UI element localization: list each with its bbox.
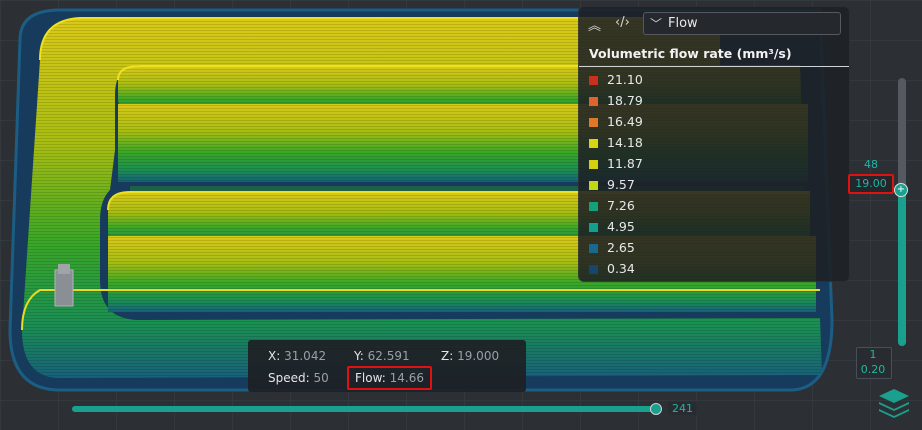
legend-item-label: 4.95	[607, 219, 635, 234]
legend-item-label: 21.10	[607, 72, 643, 87]
flow-label: Flow:	[355, 371, 386, 385]
legend-item-label: 11.87	[607, 156, 643, 171]
legend-item: 14.18	[589, 134, 839, 155]
layer-slider-top-handle[interactable]: +	[894, 183, 908, 197]
legend-item-label: 18.79	[607, 93, 643, 108]
legend-item: 9.57	[589, 176, 839, 197]
move-slider-track[interactable]	[72, 406, 656, 412]
legend-item-label: 16.49	[607, 114, 643, 129]
x-value: 31.042	[284, 349, 327, 363]
code-view-icon[interactable]: ‹/›	[615, 15, 630, 30]
move-slider-handle[interactable]	[650, 403, 662, 415]
legend-swatch	[589, 118, 598, 127]
legend-item-label: 9.57	[607, 177, 635, 192]
legend-header: ︽ ‹/› ﹀ Flow	[579, 7, 849, 39]
legend-panel: ︽ ‹/› ﹀ Flow Volumetric flow rate (mm³/s…	[578, 6, 850, 282]
bottom-layer-height: 0.20	[860, 363, 886, 376]
z-label: Z:	[441, 349, 454, 363]
x-label: X:	[268, 349, 281, 363]
legend-item-label: 7.26	[607, 198, 635, 213]
legend-swatch	[589, 181, 598, 190]
flow-value: 14.66	[389, 371, 424, 385]
view-type-select[interactable]: ﹀ Flow	[643, 12, 841, 35]
legend-divider	[579, 66, 849, 67]
position-info-popup: X: 31.042 Y: 62.591 Z: 19.000 Speed: 50 …	[248, 340, 526, 392]
flow-readout: Flow: 14.66	[347, 366, 432, 390]
legend-item: 11.87	[589, 155, 839, 176]
legend-swatch	[589, 244, 598, 253]
legend-item-label: 2.65	[607, 240, 635, 255]
legend-item: 7.26	[589, 197, 839, 218]
speed-value: 50	[313, 371, 329, 385]
legend-title: Volumetric flow rate (mm³/s)	[589, 46, 792, 61]
legend-swatch	[589, 97, 598, 106]
legend-swatch	[589, 139, 598, 148]
speed-readout: Speed: 50	[268, 371, 329, 385]
bottom-layer-number: 1	[869, 348, 877, 361]
legend-item: 18.79	[589, 92, 839, 113]
legend-swatch	[589, 76, 598, 85]
legend-item: 0.34	[589, 260, 839, 281]
collapse-icon[interactable]: ︽	[588, 15, 601, 34]
layer-slider-range[interactable]	[898, 190, 906, 346]
legend-item-label: 0.34	[607, 261, 635, 276]
legend-swatch	[589, 160, 598, 169]
chevron-down-icon: ﹀	[650, 17, 663, 31]
view-type-value: Flow	[668, 16, 698, 31]
legend-swatch	[589, 202, 598, 211]
legend-item: 2.65	[589, 239, 839, 260]
speed-label: Speed:	[268, 371, 310, 385]
z-value: 19.000	[457, 349, 500, 363]
legend-item: 16.49	[589, 113, 839, 134]
legend-swatch	[589, 265, 598, 274]
top-layer-number: 48	[864, 158, 878, 171]
y-label: Y:	[354, 349, 364, 363]
y-coordinate: Y: 62.591	[354, 349, 410, 363]
legend-item-label: 14.18	[607, 135, 643, 150]
move-slider-value: 241	[668, 402, 697, 415]
top-layer-height: 19.00	[848, 174, 894, 194]
x-coordinate: X: 31.042	[268, 349, 326, 363]
y-value: 62.591	[367, 349, 410, 363]
legend-item: 4.95	[589, 218, 839, 239]
legend-swatch	[589, 223, 598, 232]
legend-item: 21.10	[589, 71, 839, 92]
layers-icon[interactable]	[876, 385, 912, 421]
z-coordinate: Z: 19.000	[441, 349, 499, 363]
